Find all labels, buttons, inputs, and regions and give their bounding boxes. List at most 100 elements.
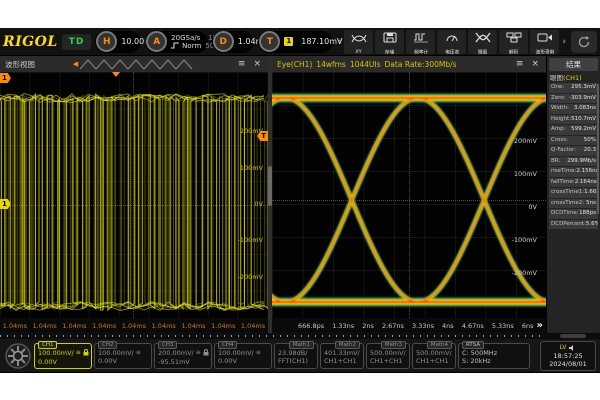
volt-axis-label: 200mV <box>240 127 263 136</box>
waveform-view-panel: 波形视图 ◀ ≡ × 1 1 T 200mV100mV0V-100mV-200m… <box>0 56 268 333</box>
measurement-row: DCDPercent:5.6% <box>549 220 598 230</box>
eye-plot[interactable]: 200mV100mV0V-100mV-200mV <box>272 72 546 318</box>
measurement-row: Zero:-303.9mV <box>549 94 598 104</box>
menu-item-record[interactable]: 波形录制 <box>530 30 559 54</box>
measurement-name: Cross: <box>551 136 568 146</box>
h-knob[interactable]: H <box>96 31 117 52</box>
menu-item-storage[interactable]: 存储 <box>375 30 404 54</box>
channel-status-bar: CH1100.00mV/≡0.00VCH2100.00mV/≡0.00VCH32… <box>0 339 600 372</box>
measurement-row: Amp:599.2mV <box>549 125 598 135</box>
t-knob[interactable]: T <box>259 31 280 52</box>
channel-box-math1[interactable]: Math123.98dB/FFT(CH1) <box>274 343 318 369</box>
volt-axis-label: 100mV <box>514 170 537 179</box>
channel-label: CH3 <box>158 341 177 349</box>
volt-axis-label: 100mV <box>240 164 263 173</box>
volt-axis-label: 0V <box>254 200 263 209</box>
time-axis-label: 1.04ms <box>152 322 176 330</box>
trigger-control[interactable]: T 1 187.10mV N <box>258 31 332 53</box>
top-toolbar: RIGOL T D H 10.00ns/ A 20GSa/s Norm 10kpt… <box>0 28 600 56</box>
menu-item-decode[interactable]: 解码 <box>499 30 528 54</box>
channel-box-ch4[interactable]: CH4100.00mV/≡0.00V <box>214 343 272 369</box>
time-axis-label: 5.33ns <box>492 322 514 330</box>
measurement-value: 2.156ns <box>576 167 598 177</box>
measurement-row: DCDTime:188ps <box>549 209 598 219</box>
oscilloscope-screen: RIGOL T D H 10.00ns/ A 20GSa/s Norm 10kpt… <box>0 28 600 373</box>
waveform-menu-icon[interactable]: ≡ <box>236 59 248 69</box>
channel-box-ch3[interactable]: CH3200.00mV/≡-95.51mV <box>154 343 212 369</box>
time-axis-label: 3.33ns <box>412 322 434 330</box>
channel-box-math3[interactable]: Math3500.00mV/CH1+CH1 <box>366 343 410 369</box>
time-axis-label: 2.67ns <box>382 322 404 330</box>
waveform-view-title: 波形视图 <box>5 59 35 70</box>
eye-close-icon[interactable]: × <box>529 59 541 69</box>
channel-label: CH1 <box>38 341 57 349</box>
measurement-value: 5.6% <box>586 220 598 230</box>
clock-box[interactable]: LV 18:57:25 2024/08/01 <box>540 341 596 371</box>
channel-label: Math4 <box>427 341 452 349</box>
channel-box-math2[interactable]: Math2401.33mV/CH1+CH1 <box>320 343 364 369</box>
channel-label: Math1 <box>289 341 314 349</box>
record-icon <box>537 28 553 47</box>
waveform-close-icon[interactable]: × <box>251 59 263 69</box>
lock-icon <box>203 349 209 358</box>
channel-offset: 0.00V <box>98 357 148 365</box>
waveform-preview-zigzag <box>80 59 198 70</box>
menu-item-dvm[interactable]: 电压表 <box>437 30 466 54</box>
results-tab[interactable]: 眼图(CH1) <box>547 73 600 83</box>
eye-axis-menu-icon[interactable]: » <box>534 320 546 331</box>
measurement-row: crossTime2:5ns <box>549 199 598 209</box>
volt-axis-label: 0V <box>528 203 537 212</box>
measurement-row: Width:3.083ns <box>549 104 598 114</box>
gear-icon[interactable] <box>4 342 32 370</box>
refresh-button[interactable] <box>571 31 597 53</box>
waveform-preview[interactable]: ◀ <box>73 59 198 70</box>
measurement-row: riseTime:2.156ns <box>549 167 598 177</box>
channel-offset: CH1+CH1 <box>416 357 452 365</box>
delay-control[interactable]: D 1.04ms <box>212 31 255 53</box>
menu-item-eye[interactable]: 眼图 <box>468 30 497 54</box>
dvm-icon <box>445 28 459 47</box>
measurement-name: Q-Factor: <box>551 146 576 156</box>
delay-position-marker[interactable] <box>112 72 120 81</box>
channel-box-math4[interactable]: Math4500.00mV/CH1+CH1 <box>412 343 456 369</box>
d-knob[interactable]: D <box>213 31 234 52</box>
channel-offset: -95.51mV <box>158 358 208 366</box>
eye-uis: 1044UIs <box>350 60 381 69</box>
menu-item-counter[interactable]: 频率计 <box>406 30 435 54</box>
menu-item-xy[interactable]: XY <box>344 30 373 54</box>
menu-scroll-left-icon[interactable]: ‹ <box>337 37 343 47</box>
lan-status-badge: LV <box>560 344 567 352</box>
channel-box-rtsa[interactable]: RTSAC: 500MHzS: 20kHz <box>458 343 530 369</box>
sidebar-collapse-handle[interactable] <box>560 334 586 338</box>
channel-label: RTSA <box>462 341 484 349</box>
channel-scale: 100.00mV/ <box>218 349 254 357</box>
results-scrollbar[interactable] <box>597 84 599 214</box>
measurement-row: Cross:50% <box>549 136 598 146</box>
measurement-row: Height:510.7mV <box>549 115 598 125</box>
a-knob[interactable]: A <box>146 31 167 52</box>
menu-item-label: XY <box>356 49 362 54</box>
clock-time: 18:57:25 <box>553 352 582 360</box>
trigger-source-badge: 1 <box>284 37 293 46</box>
measurement-name: riseTime: <box>551 167 576 177</box>
channel-scale: 100.00mV/ <box>38 349 74 357</box>
channel-box-ch2[interactable]: CH2100.00mV/≡0.00V <box>94 343 152 369</box>
results-rows: One:295.3mVZero:-303.9mVWidth:3.083nsHei… <box>547 83 600 230</box>
acquisition-control[interactable]: A 20GSa/s Norm 10kpts 50ps/pt <box>145 31 208 53</box>
measurement-value: 599.2mV <box>571 125 596 135</box>
rigol-logo: RIGOL <box>3 34 58 50</box>
eye-menu-icon[interactable]: ≡ <box>514 59 526 69</box>
channel-offset: CH1+CH1 <box>324 357 360 365</box>
volt-axis-label: -200mV <box>511 269 537 278</box>
menu-scroll-right-icon[interactable]: › <box>561 37 567 47</box>
channel-label: CH2 <box>98 341 117 349</box>
channel-scale: 401.33mV/ <box>324 349 360 357</box>
channel-box-ch1[interactable]: CH1100.00mV/≡0.00V <box>34 343 92 369</box>
measurement-name: DCDPercent: <box>551 220 586 230</box>
channel-boxes: CH1100.00mV/≡0.00VCH2100.00mV/≡0.00VCH32… <box>34 343 530 369</box>
coupling-icon: ≡ <box>256 349 261 357</box>
main-area: 波形视图 ◀ ≡ × 1 1 T 200mV100mV0V-100mV-200m… <box>0 56 600 333</box>
channel-offset: 0.00V <box>38 358 88 366</box>
horizontal-scale-control[interactable]: H 10.00ns/ <box>95 31 141 53</box>
waveform-plot[interactable]: 1 1 T 200mV100mV0V-100mV-200mV <box>0 72 268 318</box>
